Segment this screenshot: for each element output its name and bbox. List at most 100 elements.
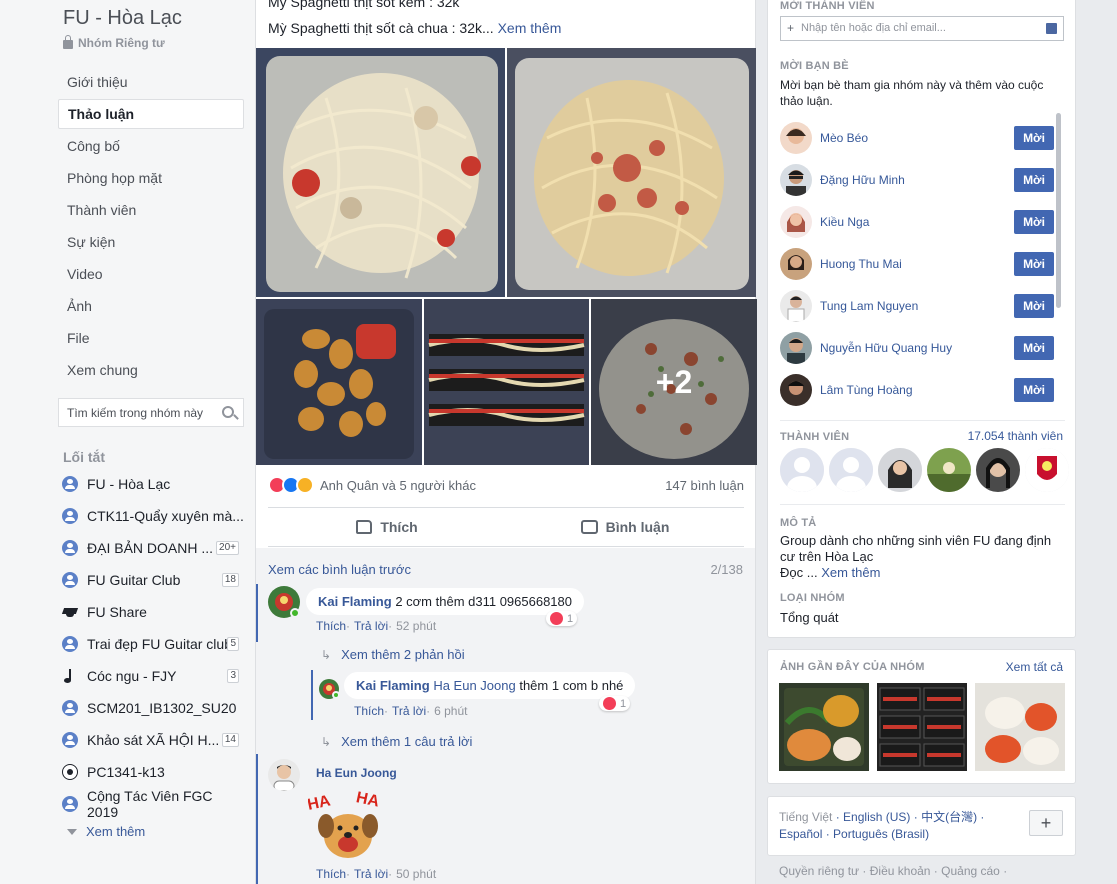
comment-reply-link[interactable]: Trả lời [354, 867, 388, 881]
comment-mention[interactable]: Ha Eun Joong [433, 678, 515, 693]
address-book-icon[interactable] [1046, 23, 1057, 34]
recent-photo[interactable] [877, 683, 967, 771]
group-title[interactable]: FU - Hòa Lạc [63, 7, 182, 30]
invite-button[interactable]: Mời [1014, 168, 1054, 192]
recent-photo[interactable] [779, 683, 869, 771]
avatar[interactable] [780, 290, 812, 322]
language-link[interactable]: Español [779, 827, 822, 841]
comment-count[interactable]: 147 bình luận [665, 478, 744, 493]
comment-reactions[interactable]: 1 [599, 696, 631, 711]
invite-button[interactable]: Mời [1014, 378, 1054, 402]
nav-item-thanh-vien[interactable]: Thành viên [58, 194, 244, 226]
invite-button[interactable]: Mời [1014, 336, 1054, 360]
shortcuts-see-more[interactable]: Xem thêm [67, 824, 145, 839]
members-count-link[interactable]: 17.054 thành viên [968, 429, 1063, 443]
reactions-summary[interactable]: Anh Quân và 5 người khác 147 bình luận [268, 473, 744, 497]
member-avatar[interactable] [878, 448, 922, 492]
comment-time[interactable]: 6 phút [434, 704, 467, 718]
friend-name[interactable]: Mèo Béo [820, 131, 868, 145]
comment-time[interactable]: 52 phút [396, 619, 436, 633]
comment-author[interactable]: Kai Flaming [318, 594, 392, 609]
reaction-names[interactable]: Anh Quân và 5 người khác [320, 478, 476, 493]
member-avatar[interactable] [927, 448, 971, 492]
friends-scrollbar[interactable] [1056, 113, 1061, 308]
comment-like-link[interactable]: Thích [316, 867, 346, 881]
nav-item-phong-hop-mat[interactable]: Phòng họp mặt [58, 162, 244, 194]
invite-member-input[interactable]: + Nhập tên hoặc địa chỉ email... [780, 16, 1064, 41]
post-photo[interactable] [256, 299, 422, 465]
post-photo-more[interactable]: +2 [591, 299, 757, 465]
comment-like-link[interactable]: Thích [354, 704, 384, 718]
liverpool-crest-image [1025, 448, 1069, 492]
avatar[interactable] [780, 248, 812, 280]
shortcut-item[interactable]: Cóc ngu - FJY 3 [62, 660, 244, 692]
nav-item-cong-bo[interactable]: Công bố [58, 130, 244, 162]
comment-reply-link[interactable]: Trả lời [392, 704, 426, 718]
shortcut-item[interactable]: PC1341-k13 [62, 756, 244, 788]
nav-item-file[interactable]: File [58, 322, 244, 354]
avatar[interactable] [268, 759, 300, 791]
view-more-replies[interactable]: ↳ Xem thêm 1 câu trả lời [321, 734, 472, 749]
shortcut-item[interactable]: Khảo sát XÃ HỘI H... 14 [62, 724, 244, 756]
see-more-link[interactable]: Xem thêm [498, 20, 562, 36]
avatar[interactable] [780, 332, 812, 364]
footer-link[interactable]: Quyền riêng tư [779, 864, 859, 878]
group-search-input[interactable]: Tìm kiếm trong nhóm này [58, 398, 244, 427]
language-link[interactable]: English (US) [843, 810, 910, 824]
nav-item-anh[interactable]: Ảnh [58, 290, 244, 322]
description-see-more[interactable]: Xem thêm [821, 565, 880, 580]
member-avatar[interactable] [829, 448, 873, 492]
friend-name[interactable]: Huong Thu Mai [820, 257, 902, 271]
footer-link[interactable]: Quảng cáo [941, 864, 1000, 878]
language-link[interactable]: Português (Brasil) [833, 827, 929, 841]
avatar[interactable] [780, 206, 812, 238]
nav-item-video[interactable]: Video [58, 258, 244, 290]
recent-photo[interactable] [975, 683, 1065, 771]
view-more-replies[interactable]: ↳ Xem thêm 2 phản hồi [321, 647, 465, 662]
invite-button[interactable]: Mời [1014, 252, 1054, 276]
member-avatar[interactable] [1025, 448, 1069, 492]
post-photo[interactable] [507, 48, 756, 297]
nav-item-gioi-thieu[interactable]: Giới thiệu [58, 66, 244, 98]
footer-link[interactable]: Điều khoản [870, 864, 931, 878]
friend-name[interactable]: Lâm Tùng Hoàng [820, 383, 913, 397]
invite-button[interactable]: Mời [1014, 294, 1054, 318]
shortcut-item[interactable]: FU Share [62, 596, 244, 628]
add-language-button[interactable]: + [1029, 810, 1063, 836]
avatar[interactable] [780, 122, 812, 154]
search-icon[interactable] [222, 406, 234, 418]
post-photo[interactable] [256, 48, 505, 297]
shortcut-item[interactable]: Trai đẹp FU Guitar club 5 [62, 628, 244, 660]
avatar[interactable] [780, 374, 812, 406]
nav-item-su-kien[interactable]: Sự kiện [58, 226, 244, 258]
shortcut-item[interactable]: SCM201_IB1302_SU20 [62, 692, 244, 724]
comment-author[interactable]: Ha Eun Joong [316, 766, 397, 780]
member-avatar[interactable] [976, 448, 1020, 492]
comment-reply-link[interactable]: Trả lời [354, 619, 388, 633]
like-button[interactable]: Thích [268, 508, 506, 546]
invite-button[interactable]: Mời [1014, 126, 1054, 150]
shortcut-item[interactable]: CTK11-Quẩy xuyên mà... [62, 500, 244, 532]
nav-item-thao-luan[interactable]: Thảo luận [58, 99, 244, 129]
view-previous-comments[interactable]: Xem các bình luận trước [268, 562, 411, 577]
shortcut-item[interactable]: FU - Hòa Lạc [62, 468, 244, 500]
friend-name[interactable]: Tung Lam Nguyen [820, 299, 918, 313]
avatar[interactable] [780, 164, 812, 196]
friend-name[interactable]: Đặng Hữu Minh [820, 173, 905, 187]
shortcut-item[interactable]: ĐẠI BẢN DOANH ... 20+ [62, 532, 244, 564]
nav-item-xem-chung[interactable]: Xem chung [58, 354, 244, 386]
friend-name[interactable]: Kiều Nga [820, 215, 869, 229]
post-photo[interactable] [424, 299, 589, 465]
language-link[interactable]: 中文(台灣) [921, 810, 977, 824]
see-all-photos-link[interactable]: Xem tất cả [1006, 660, 1063, 674]
shortcut-item[interactable]: Cộng Tác Viên FGC 2019 [62, 788, 244, 820]
comment-author[interactable]: Kai Flaming [356, 678, 430, 693]
member-avatar[interactable] [780, 448, 824, 492]
shortcut-item[interactable]: FU Guitar Club 18 [62, 564, 244, 596]
comment-button[interactable]: Bình luận [506, 508, 744, 546]
comment-like-link[interactable]: Thích [316, 619, 346, 633]
comment-reactions[interactable]: 1 [546, 611, 578, 626]
friend-name[interactable]: Nguyễn Hữu Quang Huy [820, 341, 952, 355]
comment-time[interactable]: 50 phút [396, 867, 436, 881]
invite-button[interactable]: Mời [1014, 210, 1054, 234]
